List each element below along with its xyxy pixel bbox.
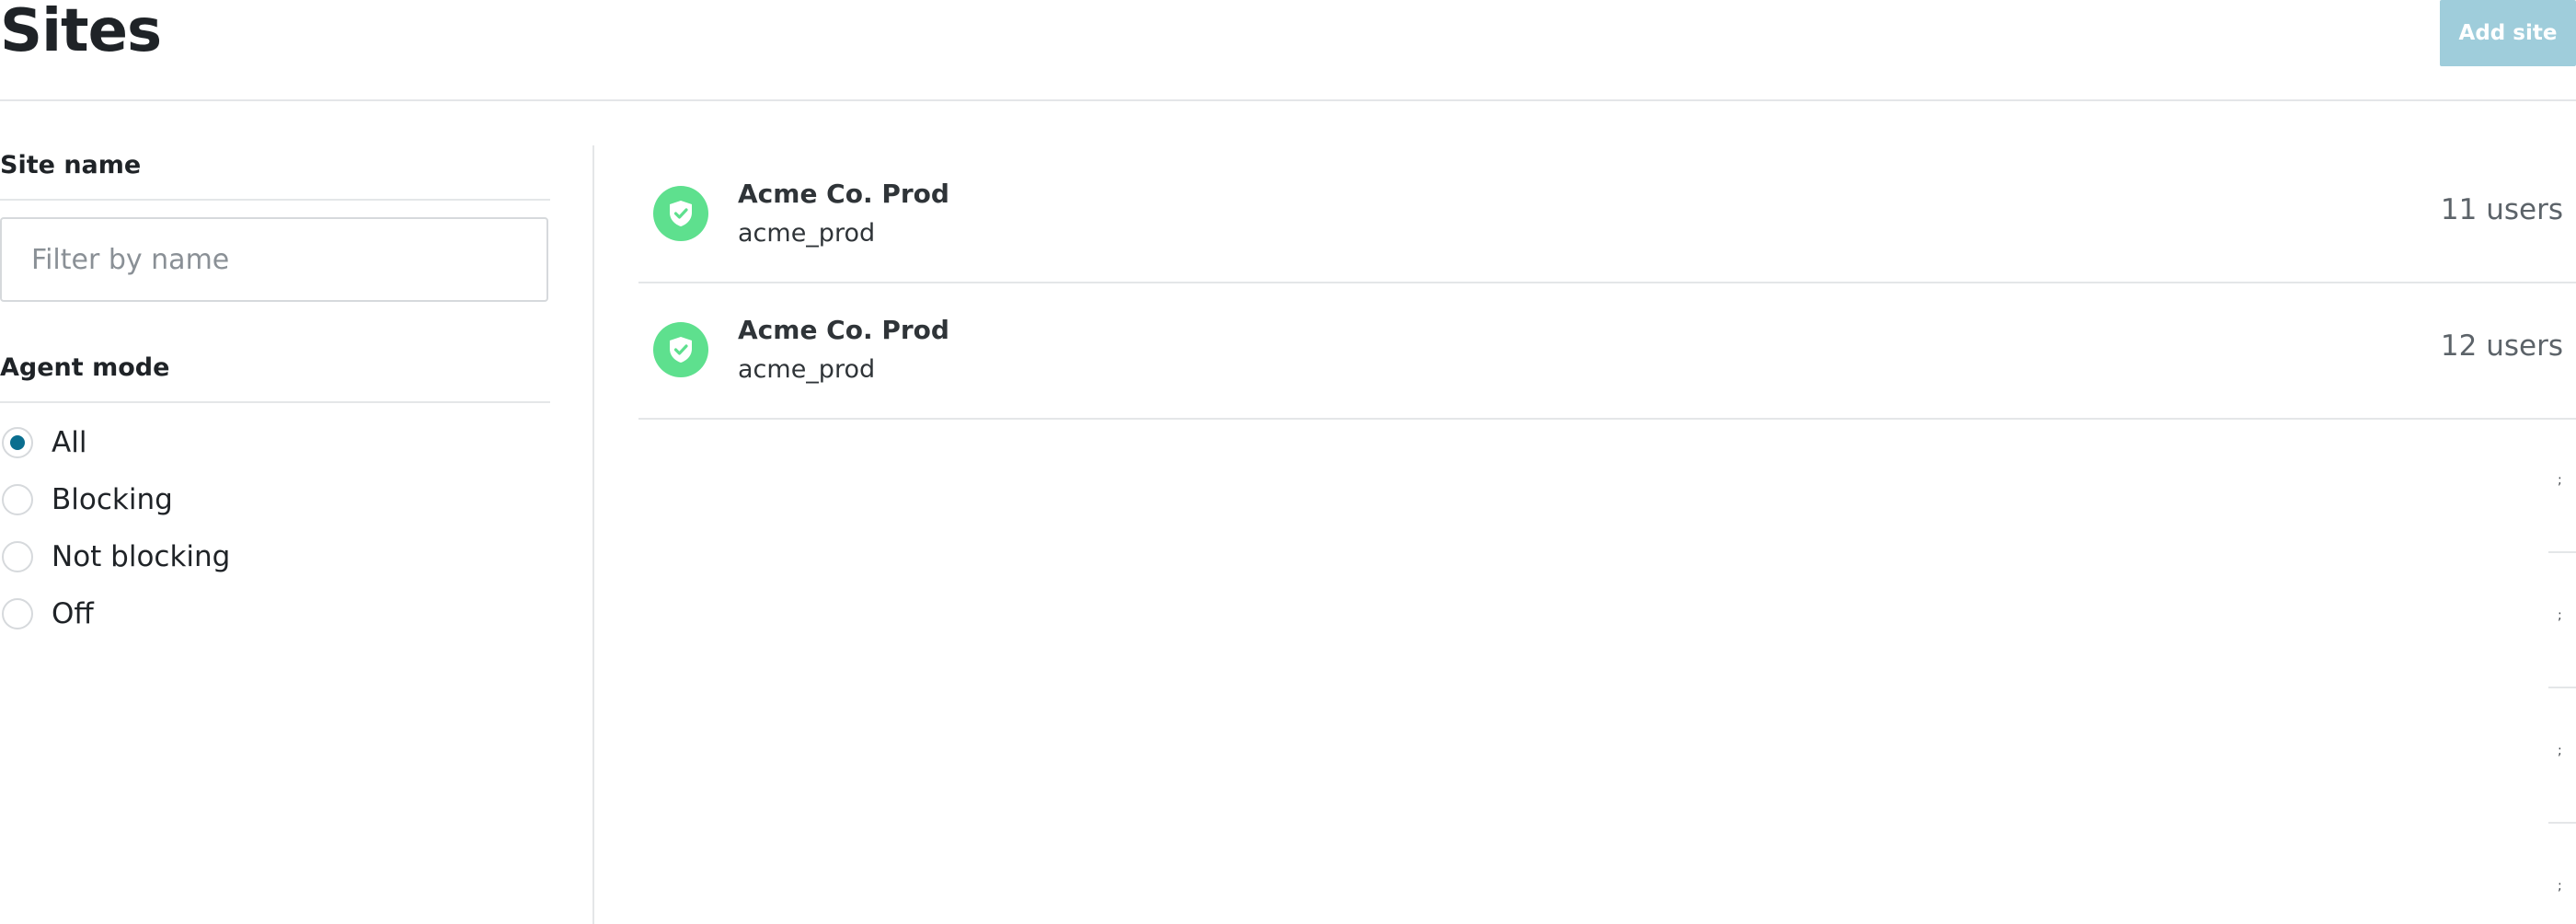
radio-button[interactable] xyxy=(2,541,33,572)
site-name-filter-input[interactable] xyxy=(0,217,548,302)
placeholder-mark: ; xyxy=(2558,473,2562,488)
sites-page: Sites Add site Site name Agent mode All … xyxy=(0,0,2576,924)
radio-button[interactable] xyxy=(2,484,33,515)
shield-check-icon xyxy=(653,186,708,241)
site-slug: acme_prod xyxy=(738,219,876,248)
site-name: Acme Co. Prod xyxy=(738,179,949,209)
add-site-button[interactable]: Add site xyxy=(2440,0,2576,66)
site-name-filter-heading: Site name xyxy=(0,151,550,201)
site-user-count: 11 users xyxy=(2440,193,2563,226)
site-row[interactable]: Acme Co. Prod acme_prod 12 users xyxy=(638,283,2576,420)
radio-label: All xyxy=(52,426,87,459)
placeholder-row: ; xyxy=(2548,418,2576,553)
site-user-count: 12 users xyxy=(2440,329,2563,363)
page-header: Sites Add site xyxy=(0,0,2576,101)
placeholder-mark: ; xyxy=(2558,608,2562,623)
placeholder-row: ; xyxy=(2548,553,2576,688)
placeholder-row: ; xyxy=(2548,688,2576,824)
site-name: Acme Co. Prod xyxy=(738,315,949,345)
placeholder-row: ; xyxy=(2548,824,2576,924)
vertical-divider xyxy=(592,145,594,924)
page-title: Sites xyxy=(0,0,162,65)
radio-label: Not blocking xyxy=(52,540,231,573)
radio-button-selected[interactable] xyxy=(2,427,33,458)
site-list: Acme Co. Prod acme_prod 11 users Acme Co… xyxy=(638,147,2576,420)
site-row[interactable]: Acme Co. Prod acme_prod 11 users xyxy=(638,147,2576,283)
radio-label: Blocking xyxy=(52,483,173,516)
agent-mode-filter-heading: Agent mode xyxy=(0,353,550,403)
shield-check-icon xyxy=(653,322,708,377)
placeholder-mark: ; xyxy=(2558,744,2562,758)
radio-label: Off xyxy=(52,597,94,630)
filter-sidebar: Site name Agent mode All Blocking Not bl… xyxy=(0,147,550,924)
placeholder-mark: ; xyxy=(2558,879,2562,894)
site-slug: acme_prod xyxy=(738,355,876,384)
radio-button[interactable] xyxy=(2,598,33,629)
loading-placeholder-rows: ; ; ; ; xyxy=(2548,418,2576,924)
